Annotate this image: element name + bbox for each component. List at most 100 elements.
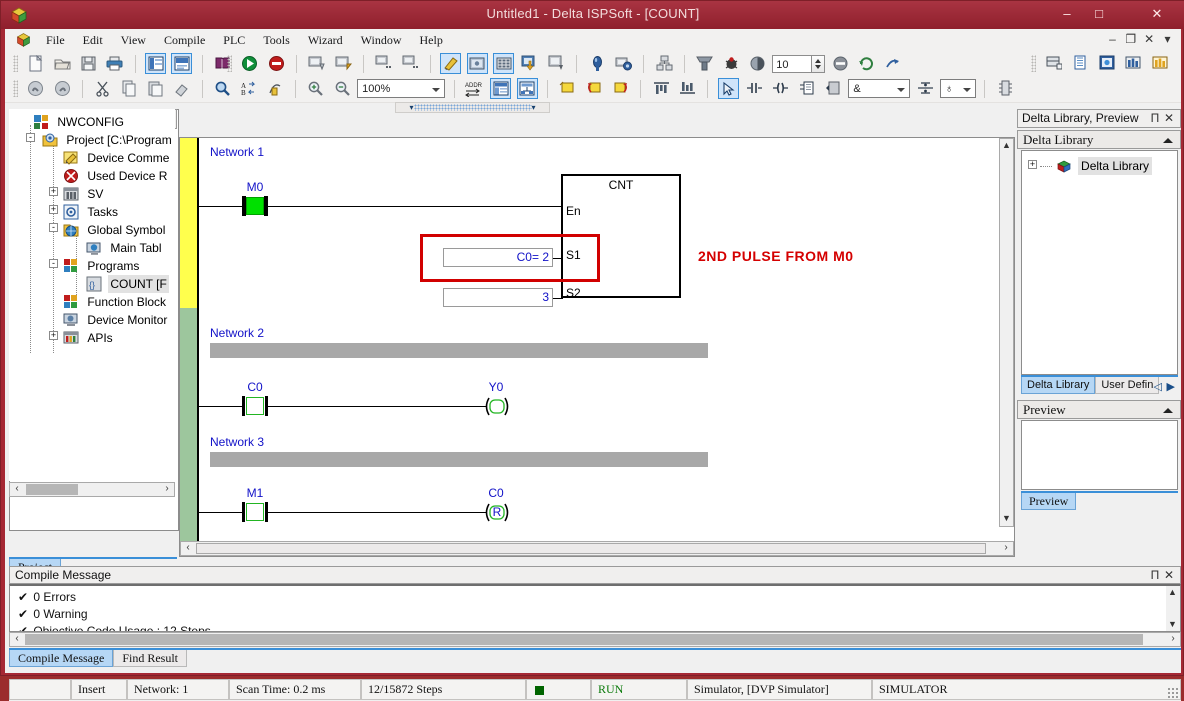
read-from-plc-icon[interactable]	[546, 53, 567, 74]
network-2-comment-bar[interactable]	[210, 343, 708, 358]
scroll-up-button[interactable]: ▲	[1166, 586, 1179, 600]
zoom-out-icon[interactable]	[332, 78, 353, 99]
collapse-caret-icon[interactable]	[1163, 408, 1173, 413]
scan-count-input[interactable]: 10	[772, 55, 812, 73]
device-monitor-table-icon[interactable]	[493, 53, 514, 74]
compile-message-row[interactable]: ✔ Objective Code Usage : 12 Steps	[18, 624, 211, 632]
compile-pin-icon[interactable]: Π	[1148, 567, 1162, 583]
ladder-view-icon[interactable]	[1044, 53, 1065, 74]
status-cell-insert-mode[interactable]: Insert	[71, 679, 127, 700]
align-up-icon[interactable]	[651, 78, 672, 99]
tab-compile-message[interactable]: Compile Message	[9, 650, 113, 667]
symbol-mode-combobox[interactable]: ♁	[940, 79, 976, 98]
bookmark-add-icon[interactable]	[557, 78, 578, 99]
copy-icon[interactable]	[119, 78, 140, 99]
ladder-horizontal-scrollbar[interactable]: ‹ ›	[180, 541, 1014, 556]
simulator-icon[interactable]	[694, 53, 715, 74]
tree-expander[interactable]: +	[49, 331, 58, 340]
delta-library-header[interactable]: Delta Library	[1017, 130, 1181, 149]
stop-scan-icon[interactable]	[830, 53, 851, 74]
insert-network-icon[interactable]	[823, 78, 844, 99]
ladder-vertical-scrollbar[interactable]: ▲ ▼	[999, 138, 1014, 527]
scroll-thumb[interactable]	[25, 634, 1143, 645]
maximize-button[interactable]: □	[1085, 3, 1113, 25]
clock-icon[interactable]	[747, 53, 768, 74]
find-icon[interactable]	[212, 78, 233, 99]
insert-block-icon[interactable]	[797, 78, 818, 99]
close-button[interactable]: ✕	[1143, 3, 1171, 25]
bookmark-prev-icon[interactable]	[584, 78, 605, 99]
tree-item-apis[interactable]: APIs	[63, 329, 115, 347]
tab-delta-library[interactable]: Delta Library	[1021, 377, 1095, 394]
tree-expander[interactable]: -	[49, 223, 58, 232]
cut-icon[interactable]	[92, 78, 113, 99]
bookmark-next-icon[interactable]	[610, 78, 631, 99]
refresh-icon[interactable]	[856, 53, 877, 74]
tree-expander[interactable]: +	[1028, 160, 1037, 169]
preview-header[interactable]: Preview	[1017, 400, 1181, 419]
mdi-restore-button[interactable]: ❐	[1123, 32, 1138, 46]
compile-vertical-scrollbar[interactable]: ▲ ▼	[1166, 586, 1180, 632]
insert-contact-icon[interactable]	[744, 78, 765, 99]
replace-icon[interactable]: AB	[238, 78, 259, 99]
tree-item-nwconfig[interactable]: NWCONFIG	[33, 113, 126, 131]
menu-help[interactable]: Help	[411, 29, 452, 51]
collapse-caret-icon[interactable]	[1163, 138, 1173, 143]
cnt-s2-operand[interactable]: 3	[443, 288, 553, 307]
data-chart-icon[interactable]	[1149, 53, 1170, 74]
network-3-comment-bar[interactable]	[210, 452, 708, 467]
scroll-right-button[interactable]: ›	[1166, 633, 1180, 646]
insert-coil-icon[interactable]	[770, 78, 791, 99]
tree-expander[interactable]: -	[49, 259, 58, 268]
align-down-icon[interactable]	[677, 78, 698, 99]
zoom-level-combobox[interactable]: 100%	[357, 79, 445, 98]
menu-edit[interactable]: Edit	[74, 29, 112, 51]
tab-user-defined[interactable]: User Defin	[1095, 377, 1159, 394]
toolbar-grip[interactable]	[1031, 55, 1036, 72]
monitor-mode-icon[interactable]	[467, 53, 488, 74]
write-to-plc-icon[interactable]	[519, 53, 540, 74]
logic-operator-combobox[interactable]: &	[848, 79, 910, 98]
scroll-thumb[interactable]	[26, 484, 78, 495]
mdi-close-button[interactable]: ✕	[1142, 32, 1157, 46]
tree-item-function-blocks[interactable]: Function Block	[63, 293, 168, 311]
message-window-toggle-icon[interactable]	[171, 53, 192, 74]
device-comment-toggle-icon[interactable]	[517, 78, 538, 99]
zoom-in-icon[interactable]	[305, 78, 326, 99]
compile-message-list[interactable]: ✔ 0 Errors ✔ 0 Warning ✔ Objective Code …	[9, 584, 1181, 632]
paste-icon[interactable]	[145, 78, 166, 99]
tree-item-device-monitor[interactable]: Device Monitor	[63, 311, 169, 329]
debug-icon[interactable]	[721, 53, 742, 74]
tab-find-result[interactable]: Find Result	[113, 650, 187, 667]
online-mode-icon[interactable]	[440, 53, 461, 74]
menu-view[interactable]: View	[112, 29, 155, 51]
menu-compile[interactable]: Compile	[155, 29, 214, 51]
compile-stop-icon[interactable]	[266, 53, 287, 74]
scroll-up-button[interactable]: ▲	[1000, 139, 1013, 153]
tree-expander[interactable]: -	[26, 133, 35, 142]
net2-coil-y0[interactable]	[484, 397, 510, 415]
tab-nav-prev-icon[interactable]: ◁	[1154, 380, 1162, 393]
scroll-down-button[interactable]: ▼	[1166, 618, 1179, 632]
tree-item-global-symbols[interactable]: Global Symbol	[63, 221, 167, 239]
compile-start-icon[interactable]	[239, 53, 260, 74]
net1-contact-m0[interactable]	[242, 196, 268, 216]
ladder-canvas[interactable]: Network 1 M0 CNT En S1 S2	[180, 138, 995, 542]
select-pointer-icon[interactable]	[718, 78, 739, 99]
tree-item-count-program[interactable]: {} COUNT [F	[86, 275, 169, 293]
net2-contact-c0[interactable]	[242, 396, 268, 416]
dock-pin-icon[interactable]: Π	[1148, 110, 1162, 127]
goto-icon[interactable]	[265, 78, 286, 99]
network-properties-icon[interactable]	[995, 78, 1016, 99]
scroll-down-button[interactable]: ▼	[1000, 512, 1013, 526]
project-horizontal-scrollbar[interactable]: ‹ ›	[9, 482, 175, 497]
delta-library-list[interactable]: + Delta Library	[1021, 150, 1178, 375]
instruction-list-icon[interactable]	[1070, 53, 1091, 74]
mdi-minimize-button[interactable]: –	[1105, 32, 1120, 46]
tree-item-main-table[interactable]: Main Tabl	[86, 239, 163, 257]
compile-close-icon[interactable]: ✕	[1162, 567, 1176, 583]
tree-item-programs[interactable]: Programs	[63, 257, 141, 275]
delete-icon[interactable]	[171, 78, 192, 99]
net3-contact-m1[interactable]	[242, 502, 268, 522]
menu-file[interactable]: File	[37, 29, 74, 51]
